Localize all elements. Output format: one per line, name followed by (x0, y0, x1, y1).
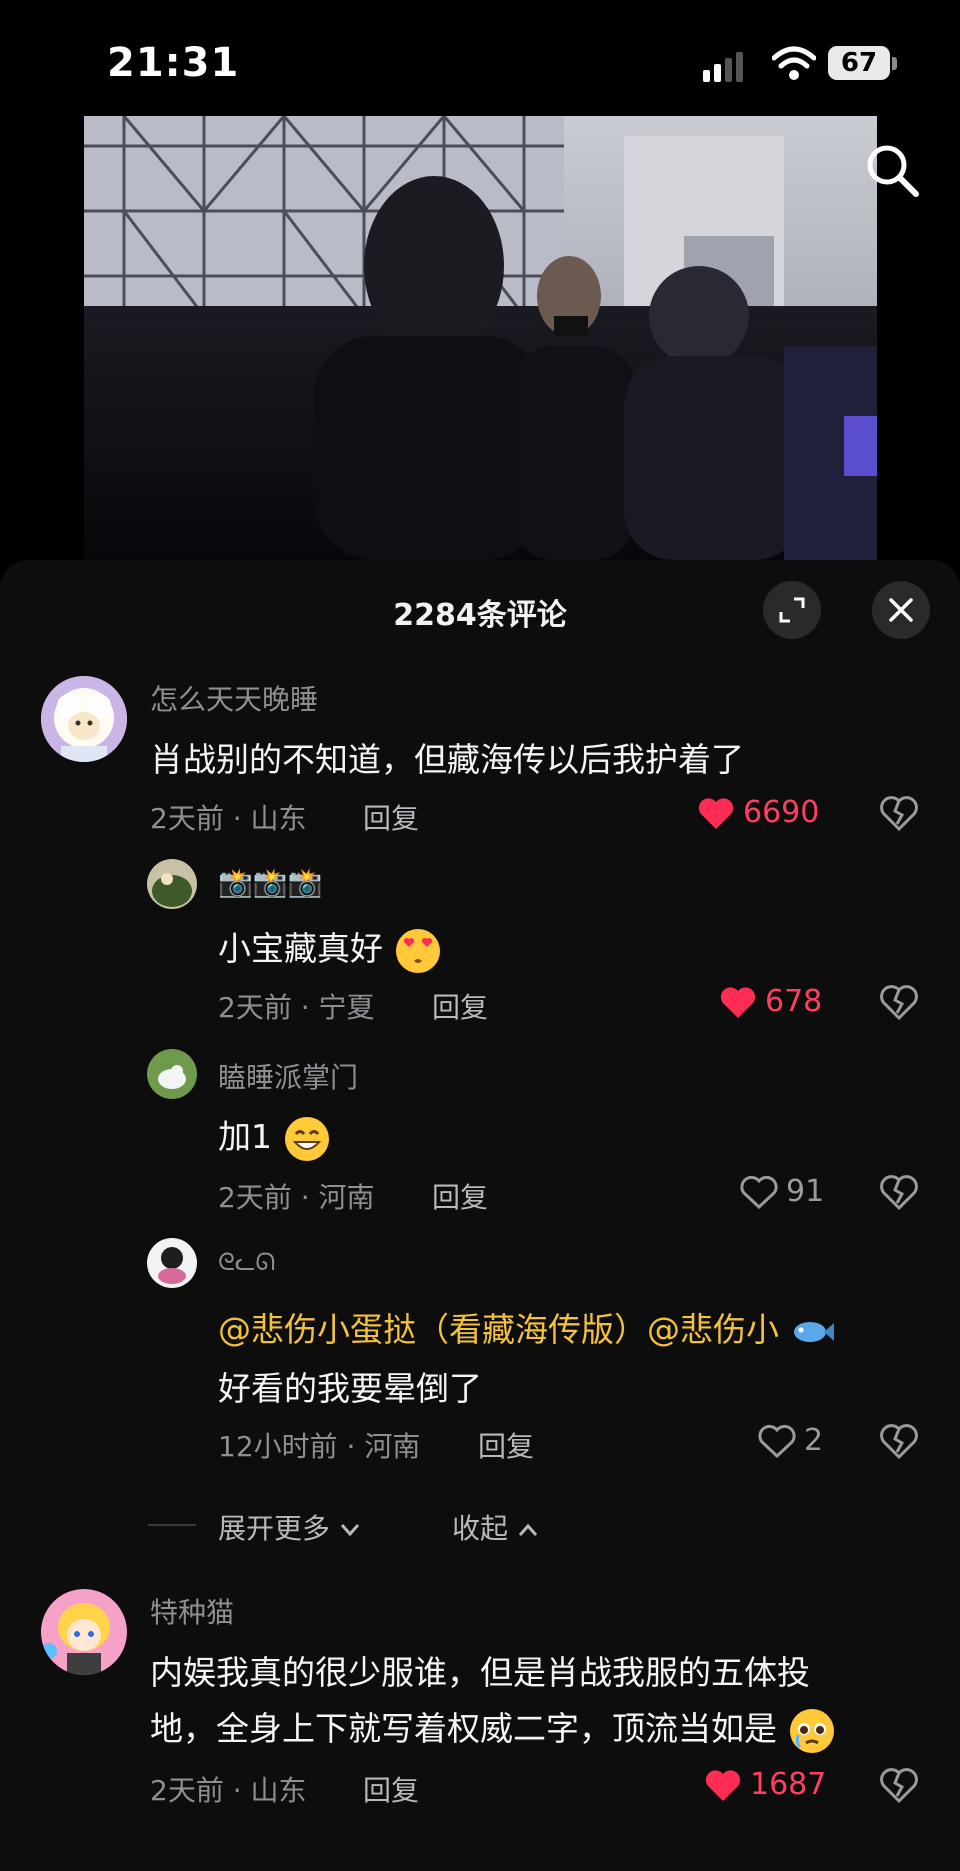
comment-text-body: 小宝藏真好 (218, 929, 383, 968)
comment-text: 加1 (218, 1110, 331, 1163)
like-count: 91 (786, 1174, 825, 1209)
avatar[interactable] (147, 1238, 197, 1288)
comment-username[interactable]: 📸📸📸 (218, 866, 323, 899)
dislike-broken-heart-icon[interactable] (879, 983, 919, 1021)
heart-eyes-emoji-icon (395, 928, 440, 973)
dislike-broken-heart-icon[interactable] (879, 1422, 919, 1460)
comment-mention-line: @悲伤小蛋挞（看藏海传版）@悲伤小 (218, 1303, 836, 1352)
cellular-signal-icon (703, 52, 743, 82)
comment-meta: 12小时前 · 河南 (218, 1430, 421, 1463)
battery-tip (892, 57, 897, 70)
close-comments-button[interactable] (872, 581, 930, 639)
comment-meta: 2天前 · 河南 (218, 1181, 375, 1214)
fish-emoji-icon (793, 1321, 834, 1342)
like-button[interactable]: 91 (740, 1174, 824, 1209)
collapse-label: 收起 (452, 1512, 509, 1545)
reply-button[interactable]: 回复 (432, 1176, 488, 1216)
avatar-image-icon (147, 1238, 197, 1288)
comment-text-line-2: 地，全身上下就写着权威二字，顶流当如是 (150, 1702, 836, 1755)
reply-button[interactable]: 回复 (432, 986, 488, 1026)
comment-text: 肖战别的不知道，但藏海传以后我护着了 (150, 740, 744, 779)
mention-link[interactable]: @悲伤小蛋挞（看藏海传版）@悲伤小 (218, 1310, 779, 1349)
heart-filled-icon (720, 986, 756, 1018)
comment-text-body: 地，全身上下就写着权威二字，顶流当如是 (150, 1709, 777, 1748)
pleading-face-emoji-icon (789, 1708, 834, 1753)
sheep-avatar-icon (41, 676, 127, 762)
search-icon[interactable] (862, 140, 922, 200)
status-bar: 21:31 67 (0, 0, 960, 118)
like-button[interactable]: 678 (719, 984, 822, 1019)
avatar[interactable] (41, 676, 127, 762)
chevron-down-icon (340, 1524, 360, 1537)
comment-username[interactable]: 怎么天天晚睡 (150, 678, 318, 718)
chevron-up-icon (518, 1523, 538, 1536)
like-button[interactable]: 2 (758, 1423, 823, 1458)
comment-text: 小宝藏真好 (218, 922, 442, 975)
heart-outline-icon (758, 1424, 796, 1458)
dislike-broken-heart-icon[interactable] (879, 1173, 919, 1211)
avatar-image-icon (147, 1049, 197, 1099)
like-count: 2 (804, 1423, 824, 1458)
avatar[interactable] (147, 859, 197, 909)
avatar[interactable] (41, 1589, 127, 1675)
like-count: 678 (765, 984, 823, 1019)
dislike-broken-heart-icon[interactable] (879, 794, 919, 832)
comment-meta: 2天前 · 宁夏 (218, 991, 375, 1024)
comment-text-line-1: 内娱我真的很少服谁，但是肖战我服的五体投 (150, 1653, 810, 1692)
heart-outline-icon (740, 1175, 778, 1209)
dislike-broken-heart-icon[interactable] (879, 1766, 919, 1804)
like-count: 6690 (743, 795, 820, 830)
comment-text: 好看的我要晕倒了 (218, 1369, 482, 1408)
fullscreen-button[interactable] (763, 581, 821, 639)
battery-level: 67 (828, 46, 890, 80)
expand-more-button[interactable]: 展开更多 (218, 1507, 361, 1547)
reply-button[interactable]: 回复 (478, 1425, 534, 1465)
wifi-icon (772, 46, 816, 80)
grinning-emoji-icon (284, 1116, 329, 1161)
expand-icon (779, 597, 805, 623)
close-icon (889, 598, 913, 622)
reply-button[interactable]: 回复 (363, 797, 419, 837)
cartoon-girl-avatar-icon (41, 1589, 127, 1675)
collapse-button[interactable]: 收起 (452, 1507, 539, 1547)
video-player[interactable] (84, 116, 877, 560)
reply-button[interactable]: 回复 (363, 1769, 419, 1809)
video-frame (84, 116, 877, 560)
avatar[interactable] (147, 1049, 197, 1099)
comment-username[interactable]: ᘓᓚᘏ (218, 1248, 275, 1276)
comment-username[interactable]: 特种猫 (150, 1591, 234, 1631)
like-button[interactable]: 6690 (697, 795, 819, 830)
thread-divider (148, 1524, 196, 1526)
like-count: 1687 (750, 1767, 827, 1802)
heart-filled-icon (705, 1769, 741, 1801)
comment-meta: 2天前 · 山东 (150, 1774, 307, 1807)
avatar-image-icon (147, 859, 197, 909)
comment-text-body: 加1 (218, 1117, 272, 1156)
comment-username[interactable]: 瞌睡派掌门 (218, 1056, 358, 1096)
expand-more-label: 展开更多 (218, 1512, 331, 1545)
like-button[interactable]: 1687 (704, 1767, 826, 1802)
status-time: 21:31 (107, 40, 240, 86)
comment-meta: 2天前 · 山东 (150, 802, 307, 835)
heart-filled-icon (698, 797, 734, 829)
bottom-edge (0, 1845, 960, 1871)
